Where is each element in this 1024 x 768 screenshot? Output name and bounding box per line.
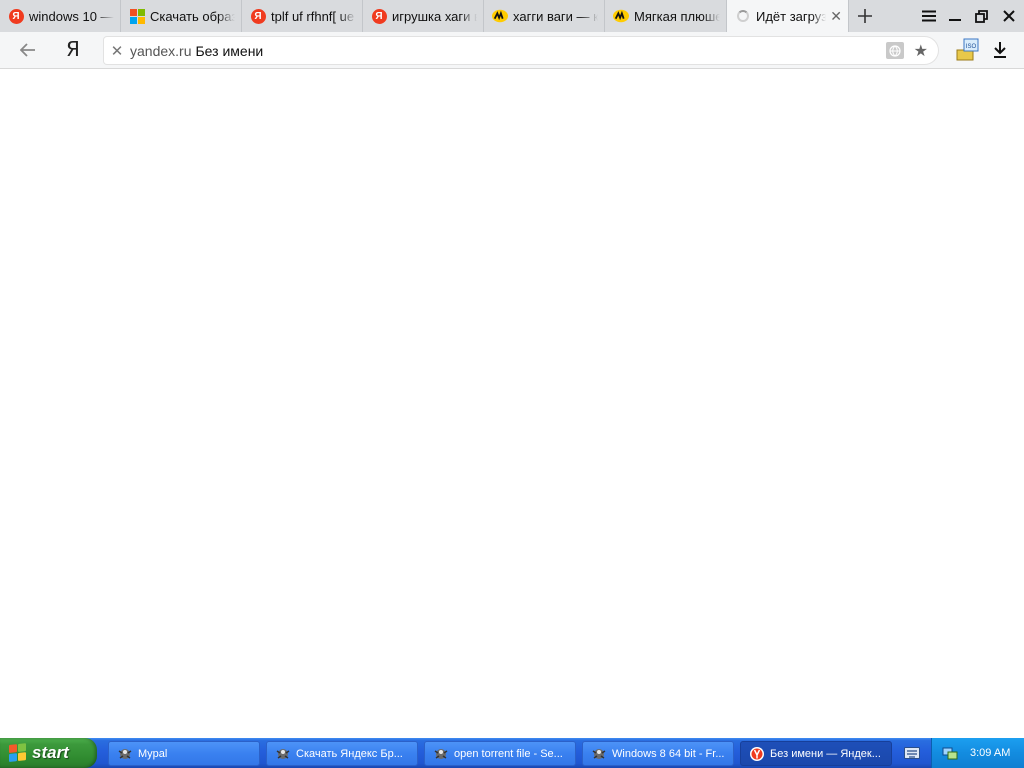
yandex-browser-icon	[749, 746, 765, 762]
tab-title: Идёт загрузка	[756, 8, 827, 24]
browser-toolbar: Я ✕ yandex.ru Без имени ★ ISO	[0, 32, 1024, 69]
back-button[interactable]	[14, 38, 42, 62]
address-page-title: Без имени	[195, 42, 264, 59]
tab-title: tplf uf rfhnf[ ue	[271, 8, 355, 24]
tab-title: Мягкая плюшевая	[634, 8, 720, 24]
close-icon	[1003, 10, 1015, 22]
taskbar: start Mypal Скачать Яндекс Бр... open to…	[0, 738, 1024, 768]
mypal-icon	[117, 746, 133, 762]
download-icon	[994, 42, 1006, 58]
minimize-icon	[949, 19, 961, 21]
minimize-button[interactable]	[942, 0, 968, 32]
plus-icon	[858, 9, 872, 23]
yandex-icon: Я	[8, 8, 24, 24]
address-host: yandex.ru	[130, 42, 192, 59]
start-label: start	[32, 743, 69, 762]
taskbar-item-skachat-yandex[interactable]: Скачать Яндекс Бр...	[266, 741, 418, 766]
close-window-button[interactable]	[996, 0, 1022, 32]
yandex-logo-button[interactable]: Я	[66, 37, 86, 63]
taskbar-item-label: Mypal	[138, 747, 168, 760]
iso-extension-icon[interactable]: ISO	[956, 38, 980, 62]
iso-extension-label: ISO	[966, 44, 977, 50]
yandex-icon: Я	[371, 8, 387, 24]
taskbar-item-open-torrent[interactable]: open torrent file - Se...	[424, 741, 576, 766]
tab-myagkaya[interactable]: Мягкая плюшевая	[605, 0, 727, 32]
taskbar-item-label: Скачать Яндекс Бр...	[296, 747, 403, 760]
page-content	[0, 69, 1024, 737]
tab-title: игрушка хаги ваги	[392, 8, 477, 24]
back-arrow-icon	[20, 43, 35, 57]
start-button[interactable]: start	[0, 738, 97, 768]
taskbar-item-label: Windows 8 64 bit - Fr...	[612, 747, 725, 760]
bookmark-star-icon[interactable]: ★	[914, 41, 928, 61]
mypal-icon	[275, 746, 291, 762]
close-tab-icon[interactable]: ✕	[830, 8, 842, 25]
new-tab-button[interactable]	[850, 0, 880, 32]
tab-title: windows 10 — Яндекс	[29, 8, 114, 24]
restore-button[interactable]	[968, 0, 994, 32]
network-icon[interactable]	[942, 745, 958, 761]
clock[interactable]: 3:09 AM	[970, 747, 1010, 759]
taskbar-item-bez-imeni[interactable]: Без имени — Яндек...	[740, 741, 892, 766]
tab-haggi-vagi[interactable]: хагги ваги — купить	[484, 0, 605, 32]
taskbar-item-label: open torrent file - Se...	[454, 747, 563, 760]
mypal-icon	[433, 746, 449, 762]
microsoft-icon	[129, 8, 145, 24]
globe-icon[interactable]	[886, 42, 904, 59]
taskbar-item-label: Без имени — Яндек...	[770, 747, 881, 760]
yandex-icon: Я	[250, 8, 266, 24]
market-icon	[492, 8, 508, 24]
restore-icon	[974, 9, 988, 23]
taskbar-item-mypal[interactable]: Mypal	[108, 741, 260, 766]
stop-loading-icon[interactable]: ✕	[104, 42, 130, 60]
mypal-icon	[591, 746, 607, 762]
taskbar-item-windows8[interactable]: Windows 8 64 bit - Fr...	[582, 741, 734, 766]
keyboard-language-icon[interactable]	[900, 743, 924, 763]
windows-logo-icon	[9, 743, 27, 763]
market-icon	[613, 8, 629, 24]
menu-button[interactable]	[916, 0, 942, 32]
tab-igrushka[interactable]: Я игрушка хаги ваги	[363, 0, 484, 32]
system-tray: 3:09 AM	[931, 738, 1024, 768]
loading-spinner-icon	[735, 8, 751, 24]
hamburger-icon	[922, 10, 936, 22]
tab-windows10[interactable]: Я windows 10 — Яндекс	[0, 0, 121, 32]
tab-strip: Я windows 10 — Яндекс Скачать образ Я tp…	[0, 0, 1024, 32]
tab-skachat-obraz[interactable]: Скачать образ	[121, 0, 242, 32]
tab-loading[interactable]: Идёт загрузка ✕	[727, 0, 849, 32]
address-bar[interactable]: ✕ yandex.ru Без имени ★	[104, 37, 938, 64]
tab-title: хагги ваги — купить	[513, 8, 598, 24]
downloads-button[interactable]	[990, 40, 1010, 60]
tab-title: Скачать образ	[150, 8, 235, 24]
tab-tplf[interactable]: Я tplf uf rfhnf[ ue	[242, 0, 363, 32]
